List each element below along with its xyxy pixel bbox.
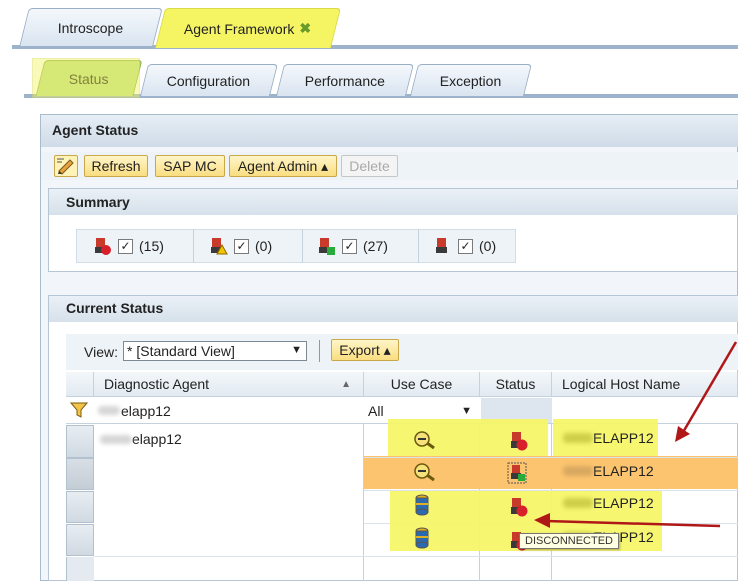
summary-item: ✓ (15) bbox=[92, 236, 164, 256]
refresh-button[interactable]: Refresh bbox=[84, 155, 148, 177]
col-divider bbox=[363, 424, 364, 581]
agent-warning-icon bbox=[211, 238, 228, 255]
grid-corner bbox=[66, 372, 94, 397]
view-label: View: bbox=[84, 344, 118, 360]
summary-count: (15) bbox=[139, 238, 164, 254]
delete-button[interactable]: Delete bbox=[341, 155, 398, 177]
summary-checkbox[interactable]: ✓ bbox=[342, 238, 357, 254]
filter-use-case-select[interactable]: All ▼ bbox=[366, 402, 478, 420]
tab-performance[interactable]: Performance bbox=[276, 64, 414, 96]
summary-header bbox=[49, 189, 738, 215]
export-button[interactable]: Export ▴ bbox=[331, 339, 399, 361]
tab-configuration[interactable]: Configuration bbox=[140, 64, 278, 96]
tab-performance-label: Performance bbox=[304, 72, 385, 89]
chevron-down-icon[interactable]: ▼ bbox=[291, 344, 302, 356]
tab-introscope-label: Introscope bbox=[58, 19, 124, 36]
edit-icon[interactable] bbox=[54, 155, 78, 177]
col-header-label: Diagnostic Agent bbox=[104, 376, 210, 392]
summary-checkbox[interactable]: ✓ bbox=[118, 238, 133, 254]
summary-count: (0) bbox=[479, 238, 497, 254]
summary-divider bbox=[302, 229, 303, 263]
panel-title: Agent Status bbox=[52, 122, 139, 138]
sort-icon[interactable]: ▲ bbox=[341, 379, 351, 390]
blurred-text bbox=[98, 406, 120, 415]
summary-divider bbox=[193, 229, 194, 263]
col-header-use-case[interactable]: Use Case bbox=[364, 372, 480, 397]
summary-divider bbox=[418, 229, 419, 263]
summary-checkbox[interactable]: ✓ bbox=[458, 238, 473, 254]
current-status-title: Current Status bbox=[66, 300, 164, 316]
agent-disconnected-icon bbox=[95, 238, 111, 255]
filter-agent[interactable]: elapp12 bbox=[94, 401, 360, 420]
chevron-down-icon[interactable]: ▼ bbox=[461, 405, 472, 417]
blurred-text bbox=[100, 434, 132, 444]
toolbar-separator bbox=[319, 340, 320, 362]
database-icon[interactable] bbox=[414, 494, 430, 516]
status-tab-highlight bbox=[32, 58, 140, 98]
view-select[interactable]: * [Standard View] ▼ bbox=[123, 341, 307, 361]
introscope-icon[interactable] bbox=[413, 430, 437, 450]
agent-unknown-icon bbox=[436, 238, 447, 253]
tab-configuration-label: Configuration bbox=[167, 72, 251, 89]
introscope-icon[interactable] bbox=[413, 462, 437, 482]
filter-use-case-value: All bbox=[368, 403, 384, 419]
database-icon[interactable] bbox=[414, 527, 430, 549]
tab-introscope[interactable]: Introscope bbox=[19, 8, 163, 46]
tab-exception[interactable]: Exception bbox=[410, 64, 532, 96]
agent-connected-icon bbox=[319, 238, 335, 255]
row-agent-value: elapp12 bbox=[132, 431, 182, 447]
summary-item: ✓ (27) bbox=[316, 236, 388, 256]
sap-mc-button[interactable]: SAP MC bbox=[155, 155, 225, 177]
tab-agent-framework[interactable]: Agent Framework ✖ bbox=[155, 8, 341, 48]
summary-count: (27) bbox=[363, 238, 388, 254]
annotation-arrows bbox=[534, 341, 738, 528]
tab-exception-label: Exception bbox=[440, 72, 502, 89]
row-selector[interactable] bbox=[66, 425, 94, 458]
row-agent: elapp12 bbox=[100, 431, 182, 447]
col-header-diagnostic-agent[interactable]: Diagnostic Agent ▲ bbox=[94, 372, 364, 397]
row-selector[interactable] bbox=[66, 458, 94, 490]
summary-count: (0) bbox=[255, 238, 273, 254]
summary-item: ✓ (0) bbox=[432, 236, 496, 256]
tab-agent-framework-label: Agent Framework bbox=[184, 20, 295, 37]
summary-item: ✓ (0) bbox=[208, 236, 272, 256]
col-header-label: Use Case bbox=[390, 376, 453, 392]
close-icon[interactable]: ✖ bbox=[300, 20, 312, 37]
filter-agent-value: elapp12 bbox=[121, 402, 171, 419]
filter-icon[interactable] bbox=[70, 402, 88, 418]
row-selector[interactable] bbox=[66, 524, 94, 556]
view-select-value: * [Standard View] bbox=[127, 343, 235, 359]
summary-checkbox[interactable]: ✓ bbox=[234, 238, 249, 254]
agent-admin-button[interactable]: Agent Admin ▴ bbox=[229, 155, 337, 177]
row-selector[interactable] bbox=[66, 491, 94, 523]
summary-title: Summary bbox=[66, 194, 130, 210]
row-selector-empty bbox=[66, 557, 94, 581]
agent-status-header bbox=[41, 115, 738, 147]
